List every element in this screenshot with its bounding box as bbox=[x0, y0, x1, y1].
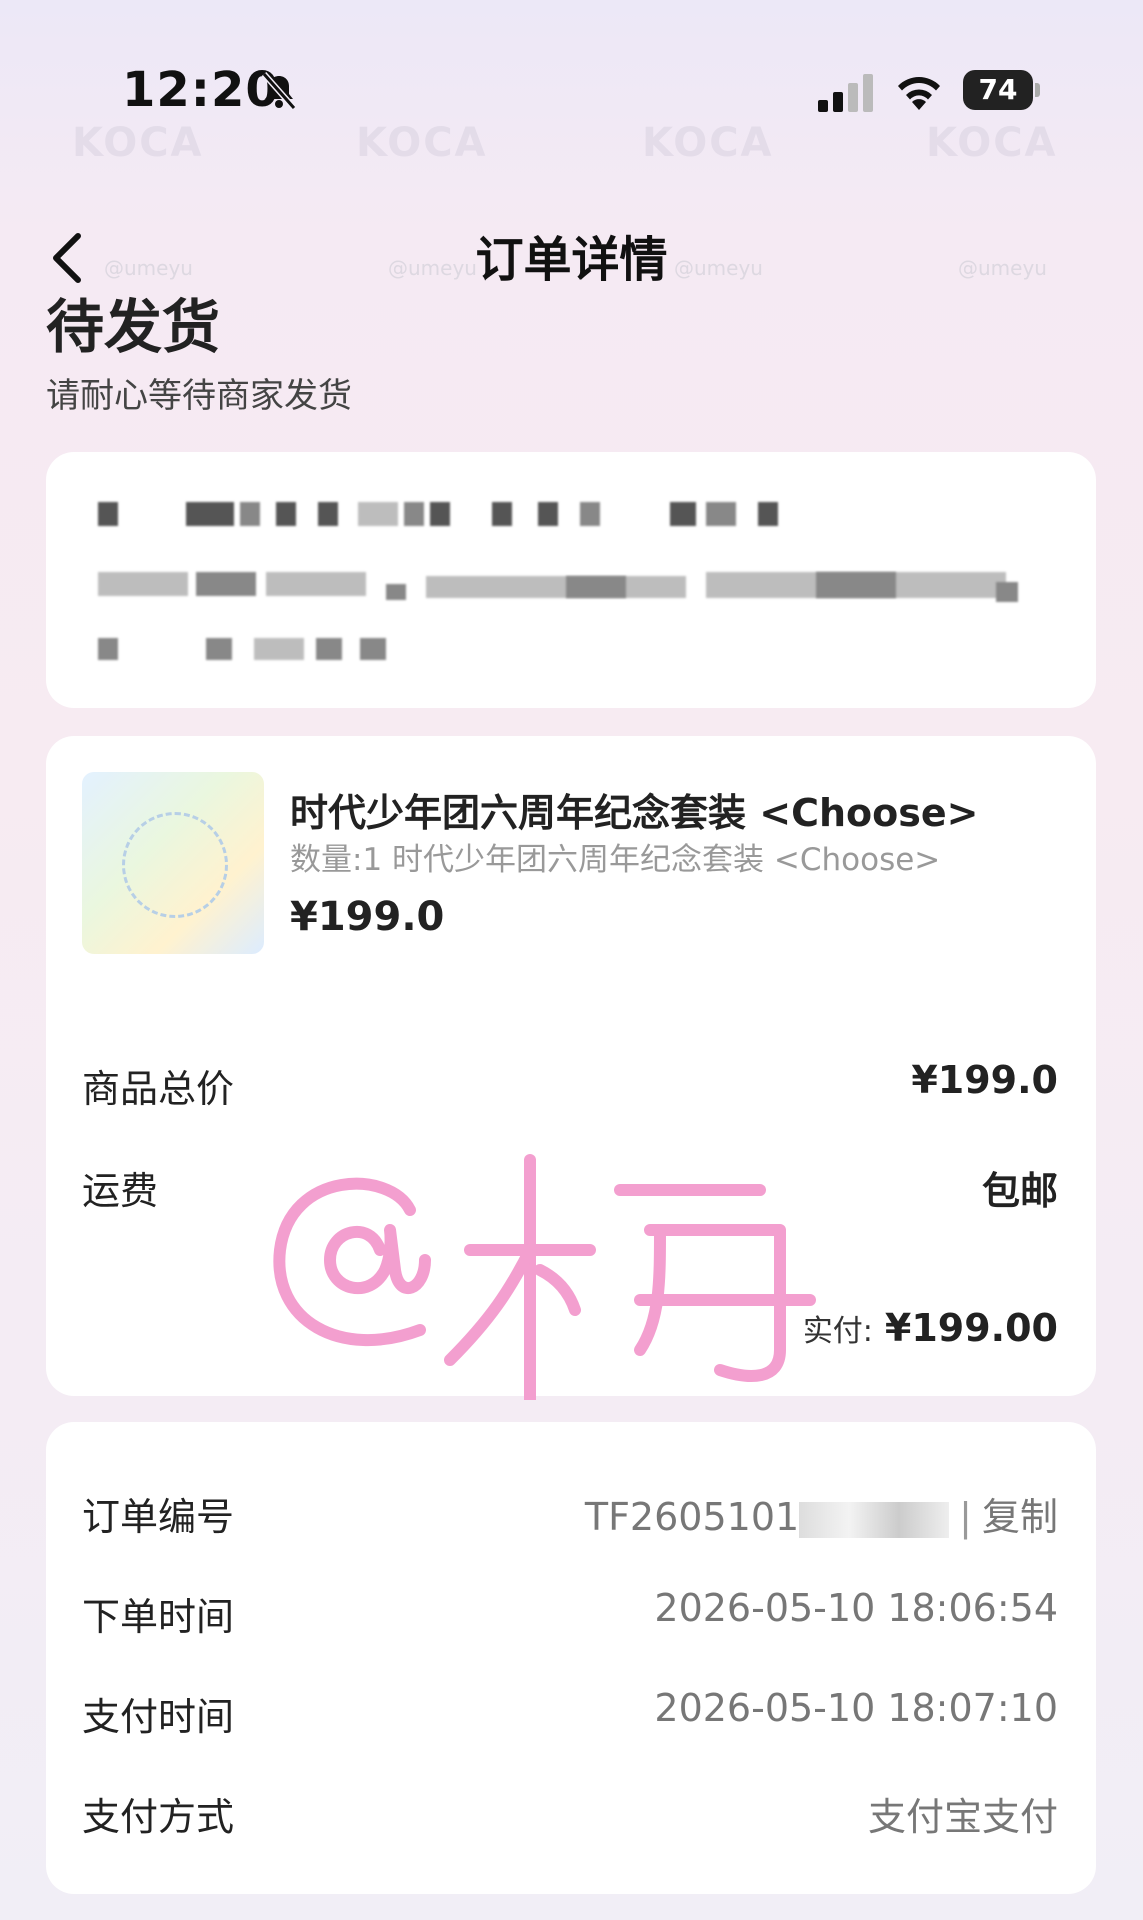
copy-button[interactable]: 复制 bbox=[982, 1495, 1058, 1539]
pay-time-value: 2026-05-10 18:07:10 bbox=[654, 1686, 1058, 1730]
subtotal-label: 商品总价 bbox=[82, 1067, 235, 1111]
paid-value: ¥199.00 bbox=[884, 1306, 1058, 1350]
redacted-order-number bbox=[799, 1501, 950, 1538]
status-bar: 12:20 74 bbox=[0, 0, 1143, 150]
product-title[interactable]: 时代少年团六周年纪念套装 <Choose> bbox=[290, 782, 978, 837]
shipping-value: 包邮 bbox=[981, 1169, 1058, 1213]
wifi-icon bbox=[898, 77, 940, 110]
order-status-title: 待发货 bbox=[46, 293, 221, 361]
order-time-label: 下单时间 bbox=[82, 1595, 235, 1639]
paid-amount: 实付: ¥199.00 bbox=[803, 1306, 1058, 1350]
subtotal-value: ¥199.0 bbox=[911, 1058, 1058, 1102]
cellular-signal-icon bbox=[818, 74, 873, 112]
order-time-value: 2026-05-10 18:06:54 bbox=[654, 1586, 1058, 1630]
battery-icon: 74 bbox=[963, 70, 1041, 112]
paid-label: 实付: bbox=[802, 1314, 873, 1349]
product-thumbnail[interactable] bbox=[82, 772, 264, 954]
order-number-value: TF2605101 bbox=[584, 1495, 800, 1539]
pay-method-label: 支付方式 bbox=[82, 1795, 235, 1839]
order-info-card: 订单编号 TF2605101 | 复制 下单时间 2026-05-10 18:06:… bbox=[46, 1422, 1096, 1894]
pay-method-value: 支付宝支付 bbox=[867, 1795, 1058, 1839]
shipping-label: 运费 bbox=[82, 1169, 159, 1213]
bell-muted-icon bbox=[261, 72, 297, 110]
order-number-row: TF2605101 | 复制 bbox=[585, 1486, 1058, 1541]
order-number-label: 订单编号 bbox=[82, 1495, 235, 1539]
pay-time-label: 支付时间 bbox=[82, 1695, 235, 1739]
battery-percent: 74 bbox=[978, 73, 1018, 106]
separator: | bbox=[959, 1495, 972, 1539]
product-card: 时代少年团六周年纪念套装 <Choose> 数量:1 时代少年团六周年纪念套装 … bbox=[46, 736, 1096, 1396]
address-card[interactable] bbox=[46, 452, 1096, 708]
product-description: 数量:1 时代少年团六周年纪念套装 <Choose> bbox=[290, 842, 941, 878]
product-price: ¥199.0 bbox=[290, 894, 445, 940]
order-status-subtitle: 请耐心等待商家发货 bbox=[46, 376, 352, 416]
status-time: 12:20 bbox=[122, 62, 280, 118]
